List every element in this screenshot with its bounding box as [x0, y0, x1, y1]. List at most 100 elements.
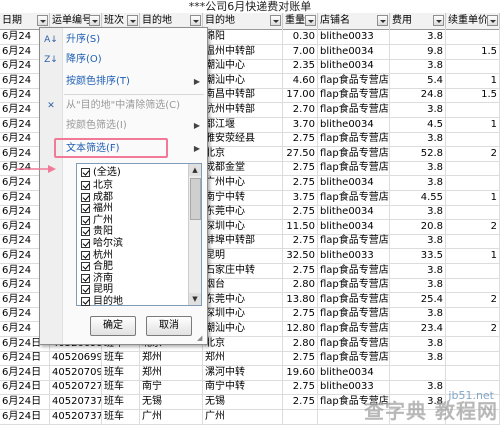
cell-unit-price[interactable]: 1	[446, 189, 500, 206]
cell-destination-2[interactable]: 石家庄中转	[203, 262, 283, 279]
cell-destination-2[interactable]: 温州中转部	[203, 43, 283, 60]
cell-destination-2[interactable]: 广州	[203, 408, 283, 425]
cell-tracking-no[interactable]: 4052070976	[50, 364, 102, 381]
cell-fee[interactable]: 23.4	[390, 321, 446, 337]
cell-weight[interactable]: 0.30	[283, 29, 318, 45]
cell-destination-2[interactable]: 南昌中转部	[203, 87, 283, 104]
cell-destination-2[interactable]: 潮汕中心	[203, 321, 283, 337]
cell-destination-2[interactable]: 昆明	[203, 248, 283, 264]
scroll-thumb[interactable]	[190, 178, 201, 220]
cell-unit-price[interactable]: 2	[446, 291, 500, 308]
cell-weight[interactable]: 2.35	[283, 58, 318, 75]
cell-weight[interactable]: 19.60	[283, 364, 318, 381]
checkbox[interactable]	[81, 204, 90, 214]
cell-tracking-no[interactable]: 4052069930	[50, 350, 102, 367]
cell-shop[interactable]: flap食品专营店	[318, 277, 390, 294]
filter-value-list[interactable]: (全选) 北京 成都 福州 广州 贵阳 哈尔滨 杭州 合肥 济南 昆明 目的地 ▲ ▼	[76, 163, 202, 307]
cell-shop[interactable]: flap食品专营店	[318, 189, 390, 206]
cell-shop[interactable]: flap食品专营店	[318, 145, 390, 162]
ok-button[interactable]: 确定	[90, 316, 136, 336]
cell-weight[interactable]: 11.50	[283, 218, 318, 235]
cell-unit-price[interactable]: 2	[446, 321, 500, 337]
cell-weight[interactable]: 2.75	[283, 350, 318, 367]
cell-unit-price[interactable]: 1	[446, 72, 500, 89]
cell-weight[interactable]: 2.75	[283, 131, 318, 148]
cell-destination-2[interactable]: 潮汕中心	[203, 72, 283, 89]
cell-fee[interactable]: 3.8	[390, 306, 446, 323]
cell-unit-price[interactable]	[446, 102, 500, 118]
cell-shop[interactable]: flap食品专营店	[318, 102, 390, 118]
cell-date[interactable]: 6月24日	[0, 379, 50, 396]
checkbox[interactable]	[81, 227, 90, 237]
cell-destination-2[interactable]: 东莞中心	[203, 204, 283, 221]
checkbox[interactable]	[81, 250, 90, 260]
cell-fee[interactable]: 3.8	[390, 102, 446, 118]
cell-destination[interactable]: 广州	[140, 408, 203, 425]
cell-destination[interactable]: 无锡	[140, 394, 203, 410]
cell-weight[interactable]: 2.75	[283, 262, 318, 279]
cell-fee[interactable]: 24.8	[390, 87, 446, 104]
filter-dropdown-button[interactable]	[270, 15, 281, 26]
cell-destination-2[interactable]: 郑州	[203, 350, 283, 367]
cell-tracking-no[interactable]: 4052072726	[50, 379, 102, 396]
cell-weight[interactable]: 2.75	[283, 379, 318, 396]
cell-shop[interactable]: flap食品专营店	[318, 350, 390, 367]
cell-unit-price[interactable]	[446, 350, 500, 367]
cell-fee[interactable]: 3.8	[390, 131, 446, 148]
cell-weight[interactable]: 27.50	[283, 145, 318, 162]
filter-dropdown-button[interactable]	[433, 15, 444, 26]
cell-fee[interactable]: 3.8	[390, 379, 446, 396]
cell-shop[interactable]: flap食品专营店	[318, 306, 390, 323]
cell-shop[interactable]: blithe0034	[318, 43, 390, 60]
cell-weight[interactable]: 4.60	[283, 72, 318, 89]
cell-unit-price[interactable]: 1	[446, 248, 500, 264]
cell-unit-price[interactable]	[446, 306, 500, 323]
cell-shop[interactable]: blithe0033	[318, 248, 390, 264]
cell-fee[interactable]: 3.8	[390, 350, 446, 367]
header-shop[interactable]: 店铺名	[318, 13, 390, 29]
cell-fee[interactable]	[390, 364, 446, 381]
cell-destination-2[interactable]: 烟台	[203, 277, 283, 294]
cell-shop[interactable]: blithe0033	[318, 29, 390, 45]
cell-weight[interactable]: 7.00	[283, 43, 318, 60]
cell-fee[interactable]: 3.8	[390, 160, 446, 177]
filter-dropdown-button[interactable]	[377, 15, 388, 26]
cell-shop[interactable]: flap食品专营店	[318, 321, 390, 337]
table-row[interactable]: 6月24日4052070976班车郑州漯河中转19.60blithe0034	[0, 364, 500, 381]
cell-destination-2[interactable]: 南宁中转	[203, 189, 283, 206]
cell-tracking-no[interactable]: 4052073786	[50, 408, 102, 425]
cell-destination-2[interactable]: 绵阳	[203, 29, 283, 45]
cell-weight[interactable]: 2.75	[283, 233, 318, 250]
cell-unit-price[interactable]: 2	[446, 145, 500, 162]
cell-shop[interactable]: flap食品专营店	[318, 335, 390, 352]
cell-fee[interactable]: 3.8	[390, 58, 446, 75]
checkbox[interactable]	[81, 215, 90, 225]
cell-shop[interactable]: blithe0034	[318, 364, 390, 381]
cell-destination[interactable]: 南宁	[140, 379, 203, 396]
header-fee[interactable]: 费用	[390, 13, 446, 29]
cell-shop[interactable]: blithe0034	[318, 175, 390, 191]
cell-destination-2[interactable]: 漯河中转	[203, 364, 283, 381]
cell-weight[interactable]: 2.80	[283, 277, 318, 294]
table-row[interactable]: 6月24日4052072726班车南宁南宁中转2.75blithe00333.8	[0, 379, 500, 396]
cell-shop[interactable]: blithe0034	[318, 218, 390, 235]
cell-destination[interactable]: 郑州	[140, 350, 203, 367]
cell-unit-price[interactable]	[446, 233, 500, 250]
cell-destination-2[interactable]: 南宁中转	[203, 379, 283, 396]
cell-fee[interactable]: 3.8	[390, 335, 446, 352]
checkbox[interactable]	[81, 181, 90, 190]
cell-fee[interactable]: 4.55	[390, 189, 446, 206]
cell-weight[interactable]: 2.75	[283, 394, 318, 410]
cell-fee[interactable]: 3.8	[390, 262, 446, 279]
cell-destination-2[interactable]: 雅安荥经县	[203, 131, 283, 148]
cell-destination-2[interactable]: 北京	[203, 335, 283, 352]
cell-date[interactable]: 6月24日	[0, 364, 50, 381]
cell-weight[interactable]: 32.50	[283, 248, 318, 264]
cell-fee[interactable]: 3.8	[390, 29, 446, 45]
cell-destination-2[interactable]: 东莞中心	[203, 291, 283, 308]
filter-dropdown-button[interactable]	[37, 15, 48, 26]
scroll-down-icon[interactable]: ▼	[189, 293, 201, 305]
cell-weight[interactable]: 3.70	[283, 116, 318, 133]
cell-unit-price[interactable]	[446, 175, 500, 191]
filter-dropdown-button[interactable]	[487, 15, 498, 26]
